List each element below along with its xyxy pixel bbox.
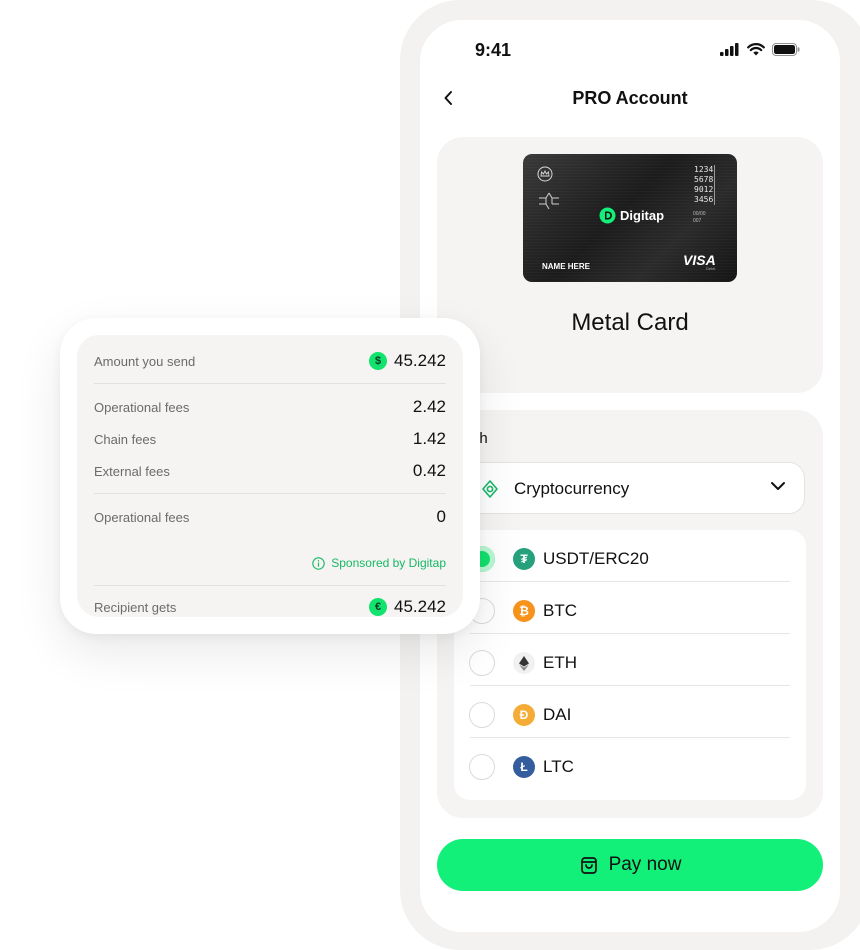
chevron-down-icon: [771, 482, 785, 490]
divider: [94, 585, 446, 586]
card-brand: Digitap: [599, 207, 664, 224]
dai-icon: Đ: [513, 704, 535, 726]
payment-method-dropdown[interactable]: Cryptocurrency: [457, 462, 805, 514]
card-number-line: 5678: [694, 175, 716, 185]
wifi-icon: [747, 43, 765, 56]
card-number-line: 9012: [694, 185, 716, 195]
fee-value: 0.42: [412, 461, 446, 480]
fee-label: Operational fees: [94, 510, 190, 525]
chain-fees-row: Chain fees 1.42: [94, 428, 446, 452]
divider: [94, 493, 446, 494]
crypto-icon: [482, 480, 498, 498]
euro-coin-icon: €: [369, 598, 387, 616]
radio[interactable]: [469, 702, 495, 728]
card-number-line: 3456: [694, 195, 716, 205]
metal-card-image: Digitap 1234 5678 9012 3456 00/00 007 NA…: [523, 154, 737, 282]
fee-label: Operational fees: [94, 400, 190, 415]
coin-option-dai[interactable]: Đ DAI: [454, 686, 806, 738]
payment-method-value: Cryptocurrency: [514, 479, 630, 498]
pay-panel: with Cryptocurrency ₮ USDT/ERC20 ₿ BTC: [437, 410, 823, 818]
coin-label: DAI: [543, 705, 572, 724]
fee-value: 1.42: [412, 429, 446, 448]
tether-icon: ₮: [513, 548, 535, 570]
litecoin-icon: Ł: [513, 756, 535, 778]
fee-value: 2.42: [412, 397, 446, 416]
fee-label: Chain fees: [94, 432, 157, 447]
coin-label: LTC: [543, 757, 574, 776]
coin-label: USDT/ERC20: [543, 549, 649, 568]
signal-icon: [720, 43, 739, 56]
card-title: Metal Card: [571, 309, 689, 336]
external-fees-row: External fees 0.42: [94, 460, 446, 484]
fee-label: External fees: [94, 464, 170, 479]
recipient-row: Recipient gets € 45.242: [94, 596, 446, 620]
fee-value: € 45.242: [369, 597, 446, 617]
operational-fees-sponsored-row: Operational fees 0: [94, 506, 446, 530]
sponsor-note: Sponsored by Digitap: [312, 556, 446, 570]
sponsor-text: Sponsored by Digitap: [331, 556, 446, 570]
card-network-sub: Debit: [706, 266, 716, 271]
recipient-value: 45.242: [394, 597, 446, 616]
card-valid: 00/00 007: [693, 211, 706, 225]
card-number: 1234 5678 9012 3456: [694, 165, 716, 205]
coin-option-ltc[interactable]: Ł LTC: [454, 738, 806, 790]
coin-label: ETH: [543, 653, 577, 672]
coin-list: ₮ USDT/ERC20 ₿ BTC ETH Đ DAI Ł LTC: [454, 530, 806, 800]
status-bar: 9:41: [420, 20, 840, 80]
fee-value: $ 45.242: [369, 351, 446, 371]
info-icon: [312, 556, 325, 570]
fee-label: Amount you send: [94, 354, 196, 369]
radio[interactable]: [469, 754, 495, 780]
status-icons: [720, 43, 800, 56]
fee-label: Recipient gets: [94, 600, 177, 615]
nav-bar: PRO Account: [420, 80, 840, 120]
card-holder: NAME HERE: [542, 262, 591, 271]
phone-screen: 9:41 PRO Account Digitap 1234 5678 9012 …: [420, 20, 840, 932]
crown-logo-icon: [537, 166, 553, 182]
divider: [94, 383, 446, 384]
coin-label: BTC: [543, 601, 577, 620]
bitcoin-icon: ₿: [513, 600, 535, 622]
radio[interactable]: [469, 650, 495, 676]
status-time: 9:41: [475, 40, 512, 60]
pay-now-button[interactable]: Pay now: [437, 839, 823, 891]
coin-option-btc[interactable]: ₿ BTC: [454, 582, 806, 634]
amount-send-value: 45.242: [394, 351, 446, 370]
coin-option-usdt[interactable]: ₮ USDT/ERC20: [454, 530, 806, 582]
chevron-left-icon: [444, 91, 452, 105]
page-title: PRO Account: [572, 88, 688, 108]
chip-icon: [539, 192, 559, 210]
battery-icon: [772, 43, 800, 56]
digitap-logo-icon: [599, 207, 616, 224]
dollar-coin-icon: $: [369, 352, 387, 370]
card-cvv: 007: [693, 218, 702, 224]
back-button[interactable]: [438, 86, 458, 110]
card-expiry: 00/00: [693, 211, 706, 217]
pay-now-label: Pay now: [608, 854, 682, 875]
amount-send-row: Amount you send $ 45.242: [94, 350, 446, 374]
card-panel: Digitap 1234 5678 9012 3456 00/00 007 NA…: [437, 137, 823, 393]
fee-summary-panel: Amount you send $ 45.242 Operational fee…: [77, 335, 463, 617]
operational-fees-row: Operational fees 2.42: [94, 396, 446, 420]
shopping-bag-icon: [580, 857, 597, 874]
fee-summary-card: Amount you send $ 45.242 Operational fee…: [60, 318, 480, 634]
card-brand-label: Digitap: [620, 208, 665, 223]
coin-option-eth[interactable]: ETH: [454, 634, 806, 686]
card-number-line: 1234: [694, 165, 716, 175]
fee-value: 0: [436, 507, 446, 526]
ethereum-icon: [513, 652, 535, 674]
